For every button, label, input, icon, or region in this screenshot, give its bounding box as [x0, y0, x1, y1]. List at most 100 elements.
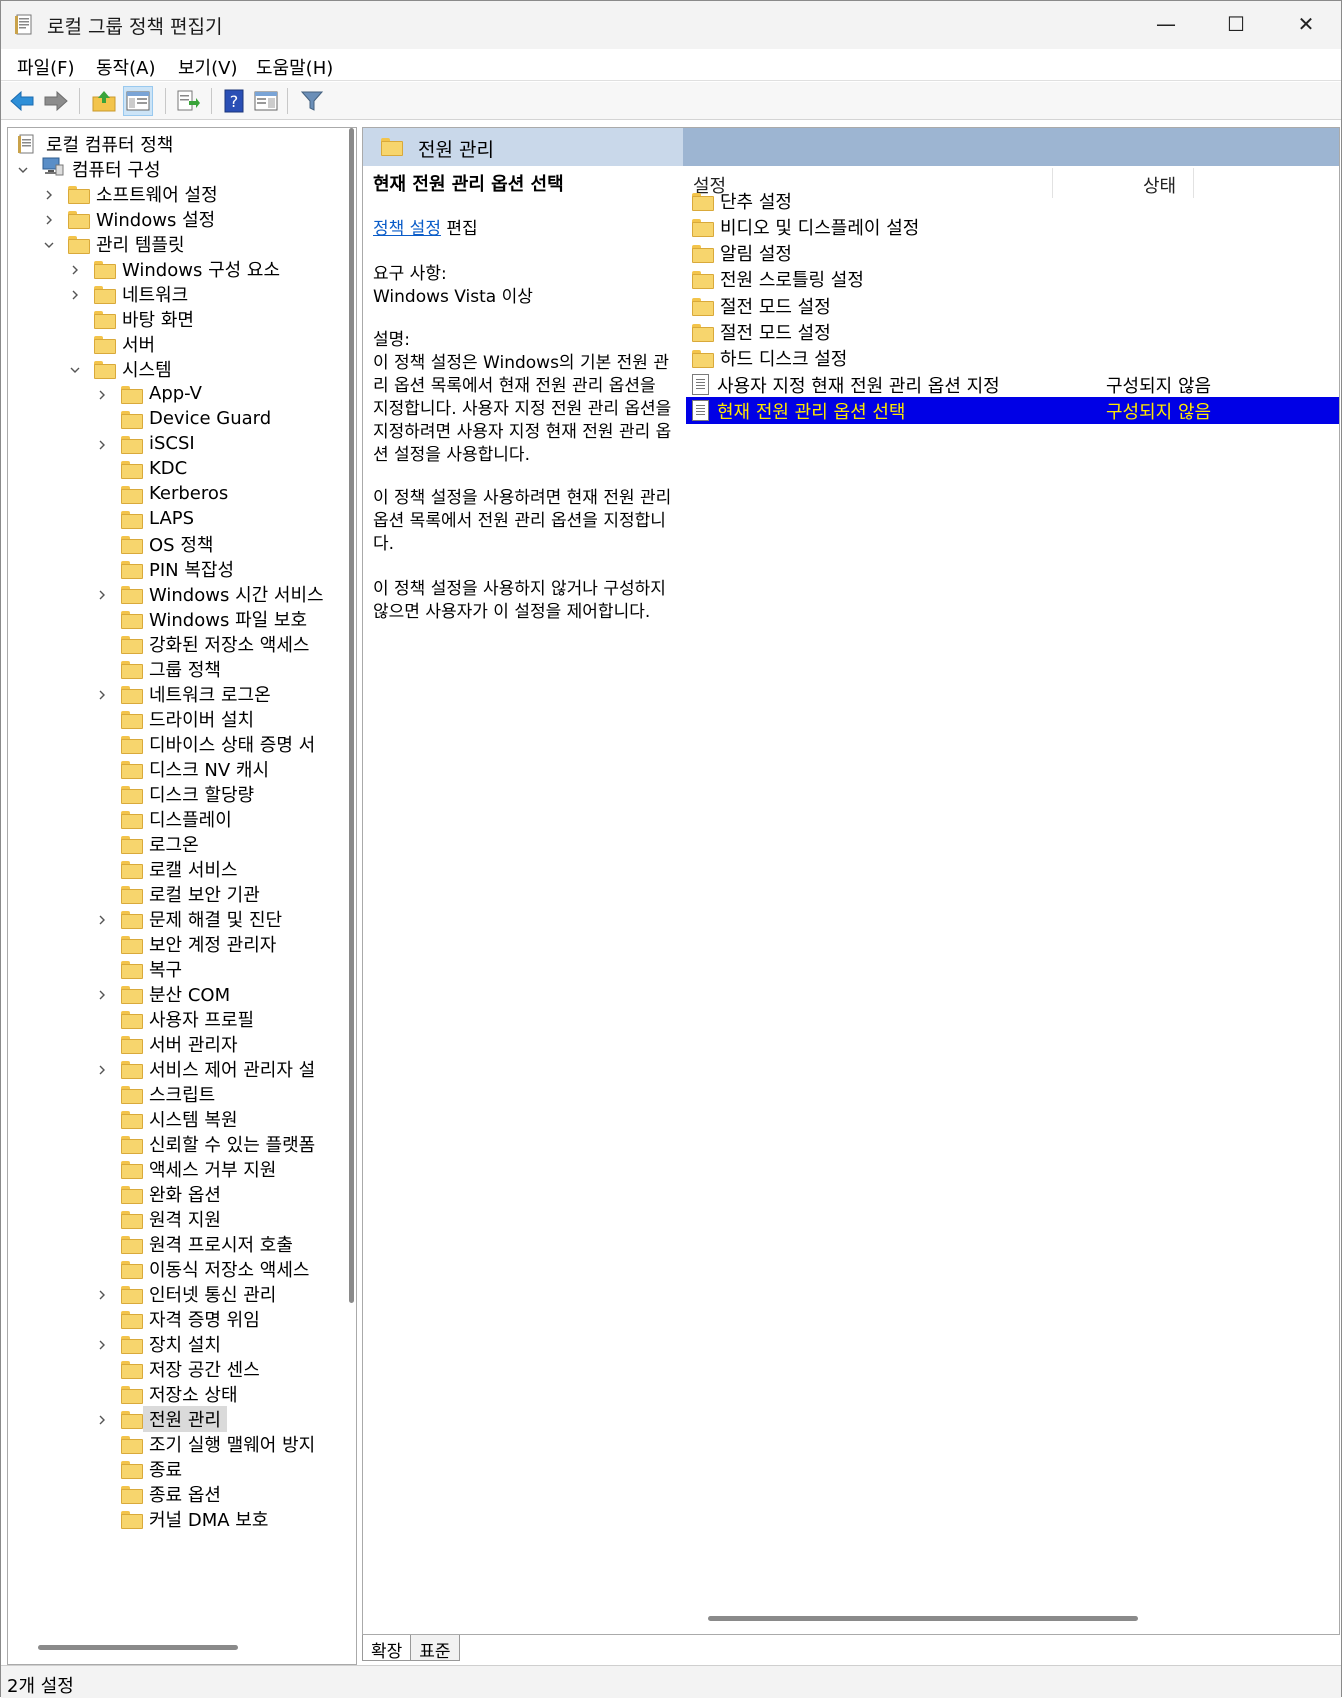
tree-item[interactable]: 네트워크 로그온: [95, 680, 271, 707]
tree-item[interactable]: 신뢰할 수 있는 플랫폼: [95, 1130, 315, 1157]
chevron-right-icon[interactable]: [42, 212, 56, 226]
tree-item[interactable]: 서비스 제어 관리자 설: [95, 1055, 315, 1082]
list-item[interactable]: 현재 전원 관리 옵션 선택 구성되지 않음: [686, 397, 1339, 425]
list-item[interactable]: 알림 설정: [686, 240, 1339, 267]
list-item[interactable]: 절전 모드 설정: [686, 292, 1339, 319]
tree-item[interactable]: Windows 파일 보호: [95, 605, 307, 632]
chevron-right-icon[interactable]: [95, 687, 109, 701]
chevron-right-icon[interactable]: [68, 287, 82, 301]
tree-item[interactable]: 스크립트: [95, 1080, 215, 1107]
tree-item[interactable]: 강화된 저장소 액세스: [95, 630, 309, 657]
close-button[interactable]: ✕: [1271, 1, 1341, 47]
tree-item[interactable]: 종료 옵션: [95, 1480, 221, 1507]
tree-item[interactable]: 로캘 서비스: [95, 855, 238, 882]
tree-vertical-scroll-thumb[interactable]: [349, 128, 354, 1303]
tree-item[interactable]: Windows 설정: [42, 205, 215, 232]
tree-item[interactable]: 분산 COM: [95, 980, 230, 1007]
tree-item[interactable]: 관리 템플릿: [42, 230, 185, 257]
tree-item[interactable]: 사용자 프로필: [95, 1005, 254, 1032]
tree-vertical-scrollbar[interactable]: [346, 128, 356, 1664]
tree-item[interactable]: 문제 해결 및 진단: [95, 905, 282, 932]
view-panel-button[interactable]: [251, 86, 281, 116]
tree-item[interactable]: 바탕 화면: [68, 305, 194, 332]
back-button[interactable]: [7, 86, 37, 116]
tree-item[interactable]: 시스템: [68, 355, 172, 382]
chevron-down-icon[interactable]: [68, 362, 82, 376]
tab-extended[interactable]: 확장: [362, 1635, 412, 1662]
list-horizontal-scroll-thumb[interactable]: [708, 1616, 1138, 1621]
up-folder-button[interactable]: [89, 86, 119, 116]
tree-item[interactable]: 로컬 보안 기관: [95, 880, 260, 907]
chevron-right-icon[interactable]: [95, 987, 109, 1001]
tree-item[interactable]: 소프트웨어 설정: [42, 180, 218, 207]
tree-item[interactable]: 디바이스 상태 증명 서: [95, 730, 315, 757]
minimize-button[interactable]: —: [1131, 1, 1201, 47]
list-item[interactable]: 절전 모드 설정: [686, 319, 1339, 346]
tree-item[interactable]: 저장소 상태: [95, 1380, 238, 1407]
show-tree-button[interactable]: [123, 86, 153, 116]
tree-item[interactable]: 컴퓨터 구성: [16, 155, 161, 182]
tree-item[interactable]: 드라이버 설치: [95, 705, 254, 732]
tree-item[interactable]: 보안 계정 관리자: [95, 930, 276, 957]
tree-item[interactable]: LAPS: [95, 505, 194, 532]
menu-file[interactable]: 파일(F): [17, 54, 75, 80]
chevron-down-icon[interactable]: [42, 237, 56, 251]
tree-pane[interactable]: 로컬 컴퓨터 정책 컴퓨터 구성 소프트웨어 설정 Windows 설정 관리 템플릿…: [7, 127, 357, 1665]
chevron-right-icon[interactable]: [95, 912, 109, 926]
tree-item[interactable]: 완화 옵션: [95, 1180, 221, 1207]
tree-item[interactable]: 전원 관리: [95, 1405, 227, 1432]
list-item[interactable]: 비디오 및 디스플레이 설정: [686, 213, 1339, 240]
list-item[interactable]: 단추 설정: [686, 187, 1339, 214]
tree-item[interactable]: Device Guard: [95, 405, 271, 432]
chevron-right-icon[interactable]: [95, 1412, 109, 1426]
filter-button[interactable]: [297, 86, 327, 116]
tree-item[interactable]: 그룹 정책: [95, 655, 221, 682]
tab-standard[interactable]: 표준: [410, 1635, 460, 1662]
chevron-right-icon[interactable]: [95, 437, 109, 451]
help-button[interactable]: ?: [219, 86, 249, 116]
tree-item[interactable]: 장치 설치: [95, 1330, 221, 1357]
chevron-right-icon[interactable]: [42, 187, 56, 201]
tree-item[interactable]: 종료: [95, 1455, 182, 1482]
chevron-right-icon[interactable]: [95, 1062, 109, 1076]
chevron-right-icon[interactable]: [95, 387, 109, 401]
tree-item[interactable]: 원격 지원: [95, 1205, 221, 1232]
tree-item[interactable]: 디스플레이: [95, 805, 232, 832]
edit-policy-link[interactable]: 정책 설정: [373, 219, 441, 239]
tree-item[interactable]: 로그온: [95, 830, 199, 857]
export-list-button[interactable]: [173, 86, 203, 116]
tree-item[interactable]: Kerberos: [95, 480, 228, 507]
tree-item[interactable]: 디스크 할당량: [95, 780, 254, 807]
tree-item[interactable]: KDC: [95, 455, 187, 482]
tree-item[interactable]: 서버: [68, 330, 155, 357]
list-item[interactable]: 전원 스로틀링 설정: [686, 266, 1339, 293]
tree-item[interactable]: 액세스 거부 지원: [95, 1155, 276, 1182]
tree-item[interactable]: 인터넷 통신 관리: [95, 1280, 276, 1307]
tree-item[interactable]: Windows 시간 서비스: [95, 580, 324, 607]
tree-item[interactable]: 네트워크: [68, 280, 188, 307]
menu-view[interactable]: 보기(V): [178, 54, 237, 80]
tree-item[interactable]: 원격 프로시저 호출: [95, 1230, 293, 1257]
tree-item[interactable]: 복구: [95, 955, 182, 982]
list-item[interactable]: 사용자 지정 현재 전원 관리 옵션 지정 구성되지 않음: [686, 371, 1339, 398]
chevron-right-icon[interactable]: [95, 1337, 109, 1351]
chevron-right-icon[interactable]: [95, 1287, 109, 1301]
tree-item[interactable]: 조기 실행 맬웨어 방지: [95, 1430, 315, 1457]
tree-item[interactable]: 저장 공간 센스: [95, 1355, 260, 1382]
tree-item[interactable]: OS 정책: [95, 530, 213, 557]
tree-item[interactable]: App-V: [95, 380, 202, 407]
chevron-down-icon[interactable]: [16, 162, 30, 176]
tree-item[interactable]: PIN 복잡성: [95, 555, 234, 582]
chevron-right-icon[interactable]: [68, 262, 82, 276]
menu-help[interactable]: 도움말(H): [256, 54, 333, 80]
forward-button[interactable]: [41, 86, 71, 116]
list-item[interactable]: 하드 디스크 설정: [686, 345, 1339, 372]
maximize-button[interactable]: ☐: [1201, 1, 1271, 47]
menu-action[interactable]: 동작(A): [96, 54, 155, 80]
tree-item[interactable]: 서버 관리자: [95, 1030, 238, 1057]
tree-item[interactable]: 자격 증명 위임: [95, 1305, 260, 1332]
tree-item[interactable]: 시스템 복원: [95, 1105, 238, 1132]
tree-item[interactable]: Windows 구성 요소: [68, 255, 280, 282]
tree-item[interactable]: 커널 DMA 보호: [95, 1505, 268, 1532]
chevron-right-icon[interactable]: [95, 587, 109, 601]
